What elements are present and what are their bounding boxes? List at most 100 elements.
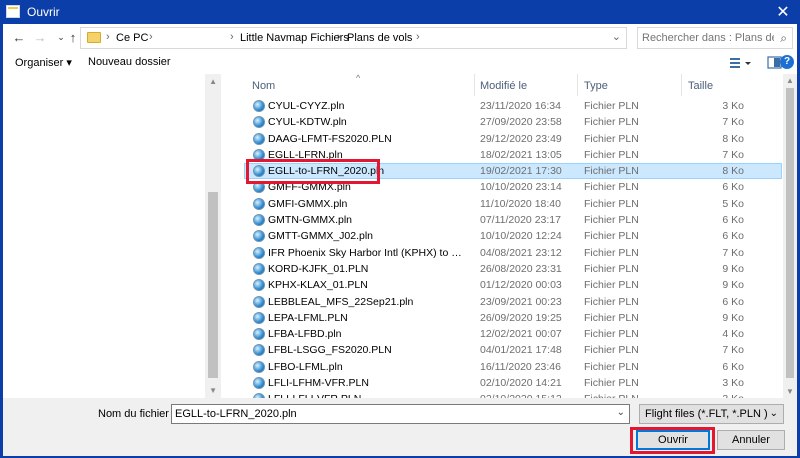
pln-file-icon <box>253 311 265 324</box>
file-type: Fichier PLN <box>584 132 639 145</box>
column-divider[interactable] <box>681 74 682 96</box>
view-chevron-down-icon[interactable] <box>745 62 751 65</box>
file-type-value: Flight files (*.FLT, *.PLN ) <box>645 408 768 420</box>
file-name: EGLL-LFRN.pln <box>268 148 343 161</box>
file-size: 8 Ko <box>722 165 744 178</box>
nav-scrollbar[interactable]: ▲ ▼ <box>205 74 221 398</box>
file-size: 6 Ko <box>722 360 744 373</box>
file-type: Fichier PLN <box>584 181 639 194</box>
file-modified: 23/11/2020 16:34 <box>480 100 561 112</box>
filename-field[interactable]: ⌄ <box>171 404 630 424</box>
forward-arrow-icon[interactable]: → <box>31 28 49 46</box>
open-button[interactable]: Ouvrir <box>636 430 710 450</box>
file-type: Fichier PLN <box>584 100 639 112</box>
new-folder-button[interactable]: Nouveau dossier <box>88 56 171 68</box>
file-type: Fichier PLN <box>584 165 639 178</box>
file-type: Fichier PLN <box>584 230 639 243</box>
file-size: 7 Ko <box>722 344 744 357</box>
search-icon[interactable]: ⌕ <box>780 31 787 46</box>
file-modified: 12/02/2021 00:07 <box>480 328 562 341</box>
file-size: 8 Ko <box>722 132 744 145</box>
file-row[interactable]: EGLL-LFRN.pln 18/02/2021 13:05 Fichier PLN… <box>244 147 782 163</box>
file-row[interactable]: CYUL-CYYZ.pln 23/11/2020 16:34 Fichier PLN… <box>244 98 782 114</box>
back-arrow-icon[interactable]: ← <box>10 28 28 46</box>
file-row[interactable]: DAAG-LFMT-FS2020.PLN 29/12/2020 23:49 Fich… <box>244 131 782 147</box>
file-modified: 18/02/2021 13:05 <box>480 148 562 161</box>
file-size: 9 Ko <box>722 279 744 292</box>
pln-file-icon <box>253 279 265 292</box>
close-icon[interactable]: ✕ <box>766 0 800 24</box>
scroll-down-arrow-icon[interactable]: ▼ <box>786 387 794 396</box>
file-modified: 10/10/2020 23:14 <box>480 181 562 194</box>
nav-scroll-thumb[interactable] <box>208 192 218 378</box>
file-row[interactable]: LFLI-LFLI-VFR.PLN02/10/2020 15:12Fichier… <box>244 391 782 398</box>
column-modified[interactable]: Modifié le <box>480 80 527 92</box>
pln-file-icon <box>253 100 265 112</box>
column-divider[interactable] <box>474 74 475 96</box>
file-row[interactable]: IFR Phoenix Sky Harbor Intl (KPHX) to Sa… <box>244 245 782 261</box>
file-modified: 02/10/2020 14:21 <box>480 377 562 390</box>
search-box[interactable]: ⌕ <box>637 27 793 49</box>
search-input[interactable] <box>642 30 774 46</box>
column-name[interactable]: Nom <box>252 80 275 92</box>
file-row[interactable]: LFBO-LFML.pln 16/11/2020 23:46 Fichier PLN… <box>244 359 782 375</box>
breadcrumb-ce-pc[interactable]: Ce PC <box>116 32 148 44</box>
cancel-button[interactable]: Annuler <box>717 430 785 450</box>
address-bar[interactable]: › Ce PC › › Little Navmap Fichiers › Pla… <box>80 27 627 49</box>
file-list-scrollbar[interactable]: ▲ ▼ <box>783 74 797 398</box>
file-modified: 16/11/2020 23:46 <box>480 360 561 373</box>
sort-ascending-icon: ^ <box>356 74 361 83</box>
file-name: CYUL-KDTW.pln <box>268 116 347 129</box>
breadcrumb-separator-icon: › <box>416 31 420 43</box>
file-name: GMFI-GMMX.pln <box>268 197 348 210</box>
file-row[interactable]: GMFI-GMMX.pln 11/10/2020 18:40 Fichier PLN… <box>244 196 782 212</box>
file-row[interactable]: GMFF-GMMX.pln 10/10/2020 23:14 Fichier PLN… <box>244 179 782 195</box>
file-type: Fichier PLN <box>584 214 639 227</box>
pln-file-icon <box>253 377 265 390</box>
breadcrumb-plans-de-vols[interactable]: Plans de vols <box>347 32 412 44</box>
file-name: LFBA-LFBD.pln <box>268 328 342 341</box>
file-row[interactable]: EGLL-to-LFRN_2020.pln 19/02/2021 17:30 Fic… <box>244 163 782 180</box>
breadcrumb-little-navmap[interactable]: Little Navmap Fichiers <box>240 32 349 44</box>
pln-file-icon <box>253 360 265 373</box>
file-modified: 04/08/2021 23:12 <box>480 246 562 259</box>
help-icon[interactable]: ? <box>780 55 794 69</box>
scroll-up-arrow-icon[interactable]: ▲ <box>786 76 794 85</box>
file-rows: CYUL-CYYZ.pln 23/11/2020 16:34 Fichier PLN… <box>244 98 782 398</box>
file-row[interactable]: LFLI-LFHM-VFR.PLN 02/10/2020 14:21 Fichier… <box>244 375 782 391</box>
file-row[interactable]: KPHX-KLAX_01.PLN 01/12/2020 00:03 Fichier … <box>244 277 782 293</box>
filename-dropdown-icon[interactable]: ⌄ <box>617 407 625 418</box>
filename-input[interactable] <box>175 407 615 421</box>
file-name: CYUL-CYYZ.pln <box>268 100 345 112</box>
file-list-scroll-thumb[interactable] <box>786 88 794 378</box>
view-details-icon[interactable] <box>730 58 740 68</box>
scroll-down-arrow-icon[interactable]: ▼ <box>209 386 217 395</box>
filter-dropdown-icon[interactable]: ⌄ <box>770 408 778 419</box>
file-modified: 01/12/2020 00:03 <box>480 279 562 292</box>
file-row[interactable]: LEPA-LFML.PLN 26/09/2020 19:25 Fichier PLN… <box>244 310 782 326</box>
file-row[interactable]: LEBBLEAL_MFS_22Sep21.pln 23/09/2021 00:23… <box>244 294 782 310</box>
file-row[interactable]: KORD-KJFK_01.PLN 26/08/2020 23:31 Fichier … <box>244 261 782 277</box>
file-name: DAAG-LFMT-FS2020.PLN <box>268 132 392 145</box>
file-modified: 26/09/2020 19:25 <box>480 311 562 324</box>
organize-button[interactable]: Organiser ▾ <box>15 56 72 69</box>
file-type-filter[interactable]: Flight files (*.FLT, *.PLN ) ⌄ <box>639 404 784 424</box>
file-row[interactable]: GMTN-GMMX.pln 07/11/2020 23:17 Fichier PLN… <box>244 212 782 228</box>
file-modified: 04/01/2021 17:48 <box>480 344 562 357</box>
file-row[interactable]: LFBA-LFBD.pln 12/02/2021 00:07 Fichier PLN… <box>244 326 782 342</box>
file-name: LEPA-LFML.PLN <box>268 311 348 324</box>
column-size[interactable]: Taille <box>688 80 713 92</box>
file-name: GMFF-GMMX.pln <box>268 181 351 194</box>
window-title: Ouvrir <box>27 5 60 19</box>
file-size: 7 Ko <box>722 116 744 129</box>
scroll-up-arrow-icon[interactable]: ▲ <box>209 77 217 86</box>
column-divider[interactable] <box>577 74 578 96</box>
pln-file-icon <box>253 230 265 243</box>
breadcrumb-separator-icon: › <box>149 31 153 43</box>
file-row[interactable]: LFBL-LSGG_FS2020.PLN 04/01/2021 17:48 Fich… <box>244 342 782 358</box>
file-row[interactable]: GMTT-GMMX_J02.pln 10/10/2020 12:24 Fichier… <box>244 228 782 244</box>
file-row[interactable]: CYUL-KDTW.pln 27/09/2020 23:58 Fichier PLN… <box>244 114 782 130</box>
file-name: KPHX-KLAX_01.PLN <box>268 279 368 292</box>
column-type[interactable]: Type <box>584 80 608 92</box>
address-dropdown-icon[interactable]: ⌄ <box>612 30 621 43</box>
